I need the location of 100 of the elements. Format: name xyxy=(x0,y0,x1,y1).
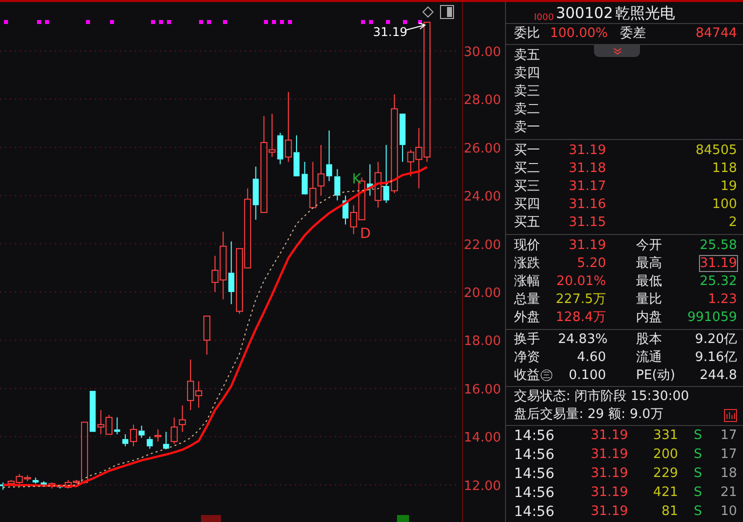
field-label: 净资 xyxy=(514,350,540,365)
order-price: 31.18 xyxy=(568,160,606,178)
price-axis-label: 28.00 xyxy=(464,93,501,108)
field-value: 1.23 xyxy=(708,292,737,307)
order-label: 卖二 xyxy=(514,101,540,119)
candlestick xyxy=(114,416,120,435)
trade-time: 14:56 xyxy=(514,466,554,482)
order-volume: 118 xyxy=(711,160,737,178)
trade-volume: 200 xyxy=(653,447,678,462)
trade-count: 10 xyxy=(720,504,737,519)
field-value: 20.01% xyxy=(556,274,606,289)
candlestick xyxy=(326,130,332,182)
order-label: 卖四 xyxy=(514,65,540,83)
field-label: 现价 xyxy=(514,238,540,253)
after-hours-volume: 盘后交易量: 29 额: 9.0万 xyxy=(514,406,664,424)
field-value: 31.19 xyxy=(700,256,737,271)
price-axis-label: 14.00 xyxy=(464,430,501,446)
event-tag-icon xyxy=(201,515,221,522)
trade-count: 21 xyxy=(720,485,737,500)
trade-price: 31.19 xyxy=(590,466,628,481)
trade-time: 14:56 xyxy=(514,428,554,444)
field-label: 外盘 xyxy=(514,310,540,325)
field-value: 84744 xyxy=(696,26,737,41)
trading-status: 交易状态: 闭市阶段 15:30:00 xyxy=(514,389,690,404)
order-volume: 2 xyxy=(728,214,737,232)
trade-time: 14:56 xyxy=(514,485,554,501)
field-label: 最高 xyxy=(636,256,662,271)
trade-side: S xyxy=(694,428,702,443)
field-label: 涨幅 xyxy=(514,274,540,289)
candlestick xyxy=(342,195,348,226)
order-price: 31.15 xyxy=(568,214,606,232)
field-value: 991059 xyxy=(687,310,737,325)
field-value: 4.60 xyxy=(577,350,606,365)
trade-volume: 331 xyxy=(653,428,678,443)
field-label: PE(动) xyxy=(636,368,676,383)
field-value: 9.16亿 xyxy=(695,350,737,365)
order-label: 买二 xyxy=(514,160,541,178)
price-axis-label: 12.00 xyxy=(464,478,501,494)
trade-side: S xyxy=(694,466,702,481)
market-tag: I000 xyxy=(534,13,554,23)
order-label: 卖三 xyxy=(514,83,540,101)
stock-name: 乾照光电 xyxy=(615,3,676,23)
field-value: 9.20亿 xyxy=(695,332,737,347)
trade-time: 14:56 xyxy=(514,447,554,463)
candlestick xyxy=(32,477,39,484)
order-label: 买五 xyxy=(514,214,541,232)
trade-count: 17 xyxy=(720,447,737,462)
field-label: 股本 xyxy=(636,332,662,347)
event-tag-icon xyxy=(397,515,409,522)
panel-toggle-icon[interactable] xyxy=(440,5,454,19)
candlestick xyxy=(0,482,6,490)
field-label: 今开 xyxy=(636,238,662,253)
order-price: 31.17 xyxy=(568,178,606,196)
price-axis-label: 26.00 xyxy=(464,141,501,156)
trade-price: 31.19 xyxy=(590,447,628,462)
trade-price: 31.19 xyxy=(590,504,628,519)
field-value: 5.20 xyxy=(577,256,606,271)
field-value: 100.00% xyxy=(550,26,608,41)
price-axis-label: 16.00 xyxy=(464,382,501,398)
indicator-label: D xyxy=(360,226,371,242)
trade-volume: 229 xyxy=(653,466,678,481)
candlestick xyxy=(138,425,145,438)
trade-side: S xyxy=(694,504,702,519)
order-label: 买三 xyxy=(514,178,541,196)
order-label: 卖一 xyxy=(514,119,540,137)
trade-time: 14:56 xyxy=(514,504,554,520)
field-value: 128.4万 xyxy=(556,310,606,325)
bar-chart-icon[interactable] xyxy=(724,408,737,422)
trade-price: 31.19 xyxy=(590,485,628,500)
diamond-icon[interactable] xyxy=(422,6,434,18)
trade-count: 18 xyxy=(720,466,737,481)
price-axis-label: 20.00 xyxy=(464,286,501,302)
price-axis-label: 24.00 xyxy=(464,190,501,205)
trade-volume: 81 xyxy=(661,504,678,519)
trade-side: S xyxy=(694,485,702,500)
field-label: 涨跌 xyxy=(514,256,540,271)
trade-price: 31.19 xyxy=(590,428,628,443)
field-label: 最低 xyxy=(636,274,662,289)
candlestick xyxy=(334,168,340,201)
trade-count: 17 xyxy=(720,428,737,443)
trade-volume: 421 xyxy=(653,485,678,500)
field-label: 总量 xyxy=(514,292,540,307)
field-label: 收益㊂ xyxy=(514,368,553,383)
stock-code: 300102 xyxy=(556,3,614,23)
price-axis-label: 22.00 xyxy=(464,238,501,253)
field-value: 227.5万 xyxy=(556,292,606,307)
order-volume: 100 xyxy=(711,196,737,214)
order-volume: 84505 xyxy=(694,142,737,160)
price-axis-label: 18.00 xyxy=(464,334,501,350)
expand-tab[interactable] xyxy=(594,45,640,57)
field-value: 25.32 xyxy=(700,274,737,289)
candlestick xyxy=(294,134,300,177)
field-label: 委比 xyxy=(514,25,541,43)
field-value: 24.83% xyxy=(558,332,608,347)
order-price: 31.19 xyxy=(568,142,606,160)
pointer-arrow xyxy=(406,22,426,30)
order-price: 31.16 xyxy=(568,196,606,214)
indicator-label: K xyxy=(352,172,362,188)
trade-side: S xyxy=(694,447,702,462)
candlestick xyxy=(203,316,210,356)
